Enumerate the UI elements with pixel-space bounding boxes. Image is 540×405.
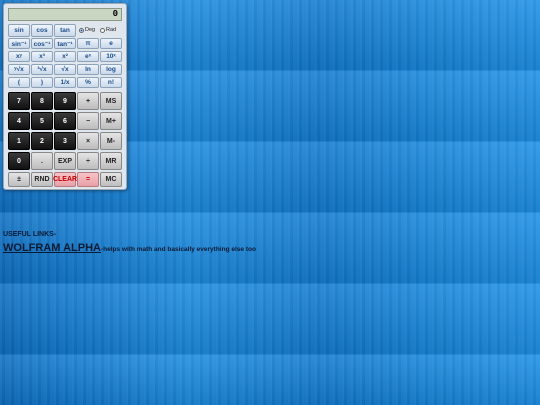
wolfram-description: -helps with math and basically everythin…	[100, 246, 256, 253]
divide-button[interactable]: ÷	[77, 152, 99, 170]
memory-subtract-button[interactable]: M-	[100, 132, 122, 150]
square-button[interactable]: x²	[54, 51, 76, 62]
subtract-button[interactable]: −	[77, 112, 99, 130]
ten-power-button[interactable]: 10ˣ	[100, 51, 122, 62]
close-paren-button[interactable]: )	[31, 77, 53, 88]
deg-label: Deg	[85, 27, 96, 33]
memory-store-button[interactable]: MS	[100, 92, 122, 110]
pi-button[interactable]: π	[77, 38, 99, 49]
tan-button[interactable]: tan	[54, 24, 76, 37]
yroot-button[interactable]: ʸ√x	[8, 64, 30, 75]
digit-0-button[interactable]: 0	[8, 152, 30, 170]
acos-button[interactable]: cos⁻¹	[31, 38, 53, 49]
useful-links-heading: USEFUL LINKS-	[3, 231, 57, 238]
calculator: 0 sin cos tan Deg Rad sin⁻¹ cos⁻¹ tan⁻¹ …	[3, 3, 127, 190]
reciprocal-button[interactable]: 1/x	[54, 77, 76, 88]
wolfram-row: WOLFRAM ALPHA-helps with math and basica…	[3, 238, 256, 256]
digit-2-button[interactable]: 2	[31, 132, 53, 150]
digit-7-button[interactable]: 7	[8, 92, 30, 110]
memory-recall-button[interactable]: MR	[100, 152, 122, 170]
digit-9-button[interactable]: 9	[54, 92, 76, 110]
digit-8-button[interactable]: 8	[31, 92, 53, 110]
digit-1-button[interactable]: 1	[8, 132, 30, 150]
deg-radio[interactable]: Deg	[79, 27, 95, 33]
digit-5-button[interactable]: 5	[31, 112, 53, 130]
memory-clear-button[interactable]: MC	[100, 172, 122, 187]
calculator-display: 0	[8, 8, 122, 21]
wolfram-alpha-link[interactable]: WOLFRAM ALPHA	[3, 242, 101, 254]
equals-button[interactable]: =	[77, 172, 99, 187]
decimal-button[interactable]: .	[31, 152, 53, 170]
add-button[interactable]: +	[77, 92, 99, 110]
sin-button[interactable]: sin	[8, 24, 30, 37]
e-button[interactable]: e	[100, 38, 122, 49]
open-paren-button[interactable]: (	[8, 77, 30, 88]
useful-links-section: USEFUL LINKS- WOLFRAM ALPHA-helps with m…	[3, 231, 256, 256]
digit-6-button[interactable]: 6	[54, 112, 76, 130]
asin-button[interactable]: sin⁻¹	[8, 38, 30, 49]
digit-3-button[interactable]: 3	[54, 132, 76, 150]
cos-button[interactable]: cos	[31, 24, 53, 37]
power-button[interactable]: xʸ	[8, 51, 30, 62]
exp-e-button[interactable]: eˣ	[77, 51, 99, 62]
memory-add-button[interactable]: M+	[100, 112, 122, 130]
multiply-button[interactable]: ×	[77, 132, 99, 150]
sign-toggle-button[interactable]: ±	[8, 172, 30, 187]
exp-button[interactable]: EXP	[54, 152, 76, 170]
percent-button[interactable]: %	[77, 77, 99, 88]
digit-4-button[interactable]: 4	[8, 112, 30, 130]
ln-button[interactable]: ln	[77, 64, 99, 75]
rad-label: Rad	[106, 27, 117, 33]
radio-selected-icon	[79, 27, 84, 33]
atan-button[interactable]: tan⁻¹	[54, 38, 76, 49]
log-button[interactable]: log	[100, 64, 122, 75]
radio-unselected-icon	[100, 27, 105, 33]
rad-radio[interactable]: Rad	[100, 27, 116, 33]
factorial-button[interactable]: n!	[100, 77, 122, 88]
cube-button[interactable]: x³	[31, 51, 53, 62]
sqrt-button[interactable]: √x	[54, 64, 76, 75]
round-button[interactable]: RND	[31, 172, 53, 187]
clear-button[interactable]: CLEAR	[53, 172, 77, 187]
cube-root-button[interactable]: ³√x	[31, 64, 53, 75]
